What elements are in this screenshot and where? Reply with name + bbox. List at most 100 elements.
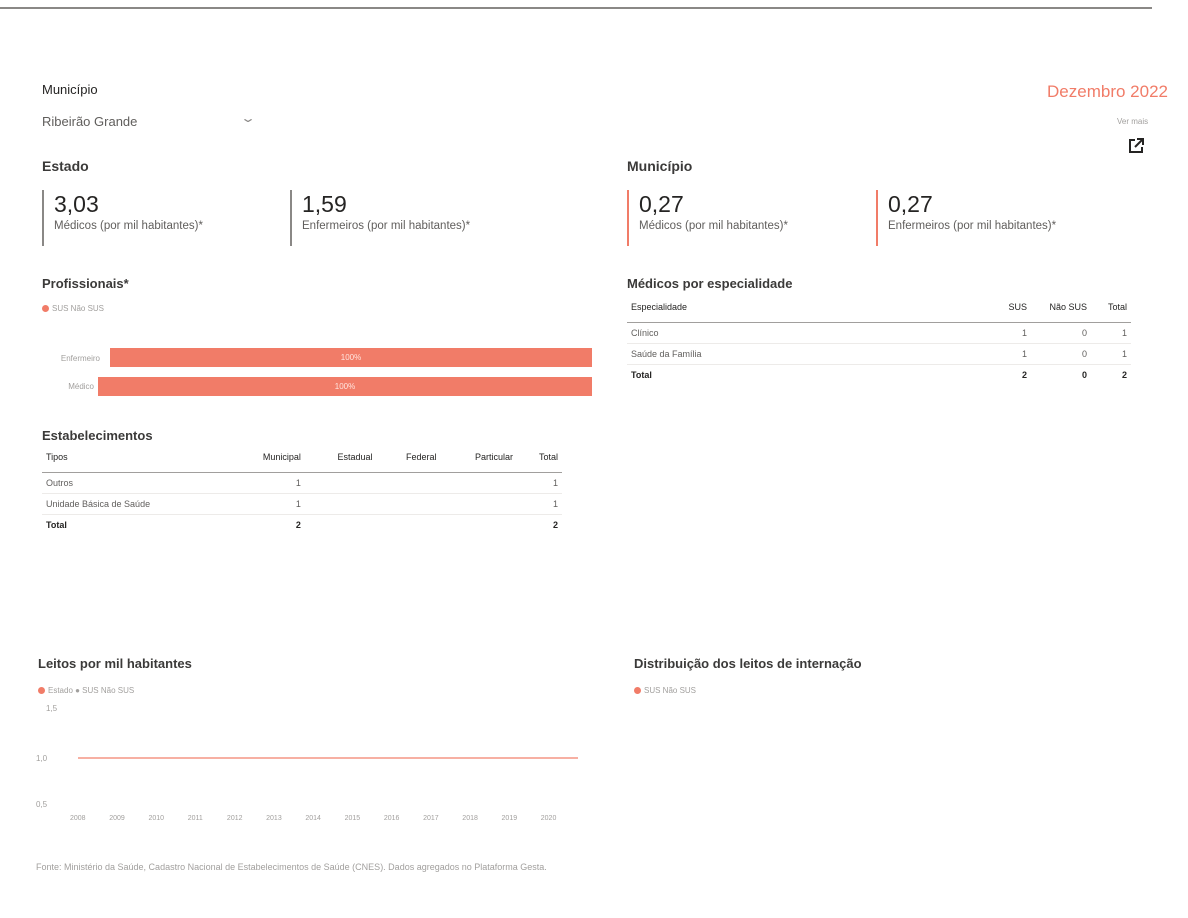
estado-legend-dot — [38, 687, 45, 694]
cell — [304, 493, 377, 515]
cell: 1 — [228, 472, 305, 494]
cell: 2 — [228, 514, 305, 535]
table-row: Outros 1 1 — [42, 472, 562, 494]
x-tick-label: 2018 — [462, 815, 478, 822]
bar-enfermeiro: 100% — [110, 348, 592, 367]
distribuicao-legend-text: SUS Não SUS — [644, 686, 697, 695]
municipio-enfermeiros-caption: Enfermeiros (por mil habitantes)* — [888, 220, 1057, 232]
bar-medico: 100% — [98, 377, 592, 396]
table-header-row: Tipos Municipal Estadual Federal Particu… — [42, 446, 562, 473]
x-tick-label: 2017 — [423, 815, 439, 822]
leitos-legend-text: Estado ● SUS Não SUS — [48, 686, 135, 695]
cell — [376, 472, 441, 494]
external-link-icon[interactable] — [1127, 137, 1145, 155]
cell — [304, 514, 377, 535]
x-tick-label: 2020 — [540, 815, 557, 822]
bar-label-enfermeiro: Enfermeiro — [60, 354, 100, 363]
cell: 0 — [1031, 343, 1091, 365]
profissionais-legend-text: SUS Não SUS — [52, 304, 105, 313]
estabelecimentos-title: Estabelecimentos — [42, 428, 153, 443]
estado-enfermeiros-caption: Enfermeiros (por mil habitantes)* — [302, 220, 471, 232]
leitos-title: Leitos por mil habitantes — [38, 656, 192, 671]
x-tick-label: 2009 — [109, 815, 125, 822]
top-divider — [0, 7, 1152, 9]
cell: 1 — [517, 493, 562, 515]
footnote: Fonte: Ministério da Saúde, Cadastro Nac… — [36, 862, 547, 872]
x-tick-label: 2015 — [344, 815, 361, 822]
distribuicao-title: Distribuição dos leitos de internação — [634, 656, 862, 671]
cell: 1 — [1091, 322, 1131, 344]
table-row: Saúde da Família 1 0 1 — [627, 343, 1131, 365]
cell: 1 — [1091, 343, 1131, 365]
especialidade-title: Médicos por especialidade — [627, 276, 793, 291]
col-total[interactable]: Total — [517, 446, 562, 473]
col-especialidade[interactable]: Especialidade — [627, 296, 991, 323]
col-estadual[interactable]: Estadual — [304, 446, 377, 473]
more-link[interactable]: Ver mais — [1117, 117, 1148, 126]
cell: 0 — [1031, 322, 1091, 344]
y-axis-mid: 1,0 — [36, 754, 48, 763]
cell: Total — [627, 364, 991, 385]
cell: 2 — [991, 364, 1031, 385]
col-total[interactable]: Total — [1091, 296, 1131, 323]
x-tick-label: 2014 — [305, 815, 321, 822]
profissionais-legend: SUS Não SUS — [42, 304, 104, 313]
period-label: Dezembro 2022 — [1047, 82, 1168, 101]
estado-medicos-caption: Médicos (por mil habitantes)* — [54, 220, 203, 232]
cell: Saúde da Família — [627, 343, 991, 365]
y-axis-bottom: 0,5 — [36, 800, 48, 809]
estado-medicos-card: 3,03 Médicos (por mil habitantes)* — [42, 190, 203, 246]
col-nao-sus[interactable]: Não SUS — [1031, 296, 1091, 323]
table-total-row: Total 2 2 — [42, 514, 562, 535]
municipio-enfermeiros-card: 0,27 Enfermeiros (por mil habitantes)* — [876, 190, 1056, 246]
col-federal[interactable]: Federal — [376, 446, 441, 473]
x-tick-label: 2010 — [148, 815, 165, 822]
estado-enfermeiros-value: 1,59 — [302, 191, 347, 217]
table-header-row: Especialidade SUS Não SUS Total — [627, 296, 1131, 323]
municipio-enfermeiros-value: 0,27 — [888, 191, 933, 217]
estado-title: Estado — [42, 158, 89, 174]
x-tick-label: 2013 — [266, 815, 282, 822]
bar-medico-value: 100% — [334, 382, 356, 391]
municipio-medicos-value: 0,27 — [639, 191, 684, 217]
cell: Clínico — [627, 322, 991, 344]
cell: 0 — [1031, 364, 1091, 385]
municipio-medicos-caption: Médicos (por mil habitantes)* — [639, 220, 788, 232]
table-total-row: Total 2 0 2 — [627, 364, 1131, 385]
col-tipos[interactable]: Tipos — [42, 446, 229, 473]
leitos-legend: Estado ● SUS Não SUS — [38, 686, 134, 695]
col-municipal[interactable]: Municipal — [228, 446, 305, 473]
distribuicao-legend: SUS Não SUS — [634, 686, 696, 695]
profissionais-title: Profissionais* — [42, 276, 129, 291]
sus-legend-dot — [42, 305, 49, 312]
municipio-title: Município — [627, 158, 693, 174]
x-tick-label: 2012 — [226, 815, 243, 822]
especialidade-table: Especialidade SUS Não SUS Total Clínico … — [627, 296, 1131, 385]
x-tick-label: 2019 — [501, 815, 518, 822]
cell — [440, 493, 518, 515]
cell — [376, 493, 441, 515]
cell: 1 — [991, 322, 1031, 344]
col-sus[interactable]: SUS — [991, 296, 1031, 323]
cell — [440, 514, 518, 535]
cell: 1 — [517, 472, 562, 494]
table-row: Clínico 1 0 1 — [627, 322, 1131, 344]
x-tick-label: 2016 — [383, 815, 400, 822]
estado-enfermeiros-card: 1,59 Enfermeiros (por mil habitantes)* — [290, 190, 470, 246]
cell — [440, 472, 518, 494]
x-tick-label: 2008 — [70, 815, 86, 822]
cell: 1 — [228, 493, 305, 515]
y-axis-top: 1,5 — [46, 704, 58, 713]
cell: Total — [42, 514, 229, 535]
bar-enfermeiro-value: 100% — [340, 353, 362, 362]
estado-medicos-value: 3,03 — [54, 191, 99, 217]
slicer-title: Município — [42, 82, 98, 97]
cell: Unidade Básica de Saúde — [42, 493, 229, 515]
col-particular[interactable]: Particular — [440, 446, 518, 473]
municipio-dropdown[interactable]: Ribeirão Grande — [42, 114, 137, 129]
x-tick-label: 2011 — [187, 815, 203, 822]
chevron-down-icon[interactable]: ⌄ — [240, 111, 256, 125]
table-row: Unidade Básica de Saúde 1 1 — [42, 493, 562, 515]
bar-label-medico: Médico — [68, 382, 94, 391]
sus-legend-dot — [634, 687, 641, 694]
